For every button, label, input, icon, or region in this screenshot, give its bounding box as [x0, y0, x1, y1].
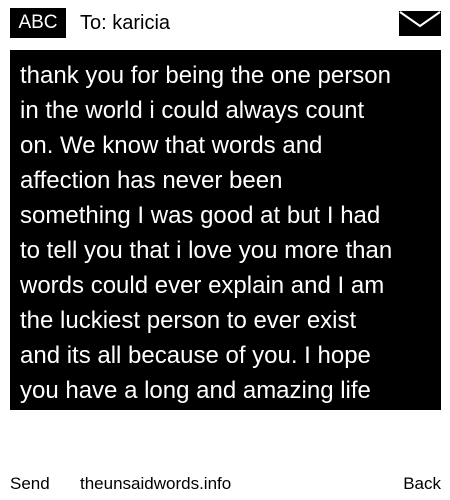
recipient-field[interactable]: To: karicia	[80, 8, 170, 38]
message-body[interactable]: thank you for being the one person in th…	[10, 50, 441, 410]
back-button[interactable]: Back	[403, 470, 441, 498]
input-mode-indicator: ABC	[10, 8, 66, 38]
message-line: words could ever explain and I am	[20, 272, 385, 299]
watermark-text: theunsaidwords.info	[80, 474, 232, 493]
envelope-icon	[399, 11, 441, 36]
send-button[interactable]: Send	[10, 470, 50, 498]
message-line: thank you for being the one person	[20, 62, 391, 89]
header-bar: ABC To: karicia	[0, 0, 450, 50]
message-line: you have a long and amazing life	[20, 377, 371, 404]
message-line: on. We know that words and	[20, 132, 323, 159]
message-line: to tell you that i love you more than	[20, 237, 393, 264]
message-line: affection has never been	[20, 167, 283, 194]
message-line: in the world i could always count	[20, 97, 365, 124]
softkey-bar: Send theunsaidwords.info Back	[0, 470, 450, 498]
message-line: the luckiest person to ever exist	[20, 307, 357, 334]
message-line: and its all because of you. I hope	[20, 342, 371, 369]
message-line: something I was good at but I had	[20, 202, 381, 229]
